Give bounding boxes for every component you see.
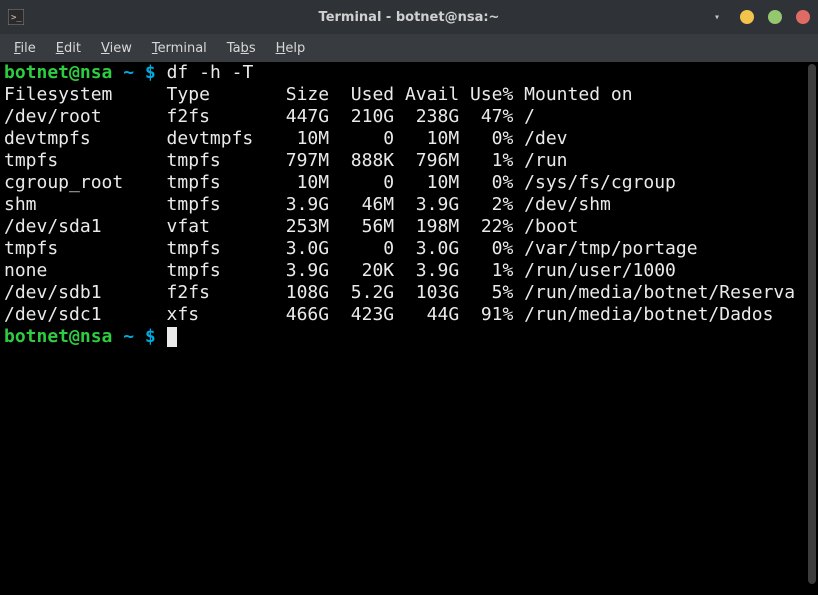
- maximize-button[interactable]: [768, 10, 782, 24]
- menu-tabs[interactable]: Tabs: [217, 37, 266, 60]
- prompt-line: botnet@nsa ~ $: [4, 326, 804, 348]
- terminal-viewport[interactable]: botnet@nsa ~ $ df -h -TFilesystem Type S…: [0, 62, 818, 595]
- cursor: [167, 327, 177, 347]
- terminal-icon: >_: [8, 9, 24, 25]
- menu-terminal[interactable]: Terminal: [142, 37, 217, 60]
- window-menu-caret-icon[interactable]: ▾: [714, 12, 720, 23]
- df-row: /dev/sdc1 xfs 466G 423G 44G 91% /run/med…: [4, 304, 804, 326]
- df-row: cgroup_root tmpfs 10M 0 10M 0% /sys/fs/c…: [4, 172, 804, 194]
- df-row: /dev/root f2fs 447G 210G 238G 47% /: [4, 106, 804, 128]
- prompt-line: botnet@nsa ~ $ df -h -T: [4, 62, 804, 84]
- menubar: File Edit View Terminal Tabs Help: [0, 34, 818, 62]
- svg-text:>_: >_: [11, 13, 22, 23]
- df-row: /dev/sdb1 f2fs 108G 5.2G 103G 5% /run/me…: [4, 282, 804, 304]
- menu-file[interactable]: File: [4, 37, 46, 60]
- window-title: Terminal - botnet@nsa:~: [0, 10, 818, 25]
- df-header: Filesystem Type Size Used Avail Use% Mou…: [4, 84, 804, 106]
- minimize-button[interactable]: [740, 10, 754, 24]
- menu-help[interactable]: Help: [266, 37, 316, 60]
- df-row: shm tmpfs 3.9G 46M 3.9G 2% /dev/shm: [4, 194, 804, 216]
- terminal-content[interactable]: botnet@nsa ~ $ df -h -TFilesystem Type S…: [4, 62, 804, 595]
- command-text: df -h -T: [167, 62, 254, 83]
- scrollbar-thumb[interactable]: [808, 64, 816, 584]
- scrollbar[interactable]: [806, 62, 818, 595]
- menu-view[interactable]: View: [91, 37, 142, 60]
- df-row: tmpfs tmpfs 3.0G 0 3.0G 0% /var/tmp/port…: [4, 238, 804, 260]
- df-row: none tmpfs 3.9G 20K 3.9G 1% /run/user/10…: [4, 260, 804, 282]
- df-row: /dev/sda1 vfat 253M 56M 198M 22% /boot: [4, 216, 804, 238]
- close-button[interactable]: [796, 10, 810, 24]
- df-row: devtmpfs devtmpfs 10M 0 10M 0% /dev: [4, 128, 804, 150]
- df-row: tmpfs tmpfs 797M 888K 796M 1% /run: [4, 150, 804, 172]
- menu-edit[interactable]: Edit: [46, 37, 91, 60]
- titlebar[interactable]: >_ Terminal - botnet@nsa:~ ▾: [0, 0, 818, 34]
